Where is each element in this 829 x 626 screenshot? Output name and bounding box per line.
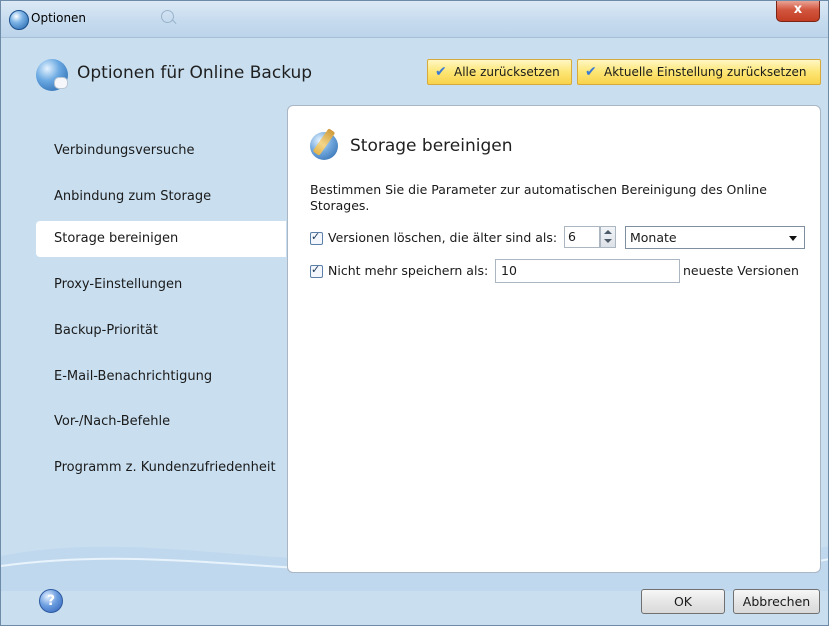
reset-current-label: Aktuelle Einstellung zurücksetzen [604, 65, 807, 79]
sidebar: Verbindungsversuche Anbindung zum Storag… [1, 103, 291, 573]
sidebar-item-email-notification[interactable]: E-Mail-Benachrichtigung [36, 359, 286, 395]
age-value-input[interactable]: 6 [564, 226, 600, 248]
sidebar-item-customer-program[interactable]: Programm z. Kundenzufriedenheit [36, 450, 286, 486]
help-button[interactable]: ? [39, 589, 63, 613]
sidebar-item-label: Verbindungsversuche [54, 143, 195, 158]
content-panel: Storage bereinigen Bestimmen Sie die Par… [287, 105, 821, 573]
age-stepper[interactable] [600, 226, 616, 248]
sidebar-item-storage-connection[interactable]: Anbindung zum Storage [36, 179, 286, 215]
page-title: Optionen für Online Backup [77, 63, 313, 83]
delete-older-checkbox[interactable] [310, 230, 323, 245]
app-icon [9, 10, 29, 30]
stepper-up-icon[interactable] [604, 230, 612, 234]
age-unit-select[interactable]: Monate [625, 226, 805, 249]
sidebar-item-label: Storage bereinigen [54, 231, 179, 246]
online-backup-icon [36, 59, 68, 91]
stepper-down-icon[interactable] [604, 239, 612, 243]
search-icon [161, 10, 174, 23]
keep-count-input[interactable]: 10 [495, 259, 680, 283]
checkmark-icon: ✔ [435, 64, 447, 80]
sidebar-item-label: E-Mail-Benachrichtigung [54, 369, 213, 384]
cancel-button[interactable]: Abbrechen [733, 589, 820, 614]
title-bar[interactable]: Optionen x [1, 1, 828, 38]
sidebar-item-pre-post-commands[interactable]: Vor-/Nach-Befehle [36, 404, 286, 440]
age-unit-value: Monate [630, 230, 677, 245]
sidebar-item-label: Anbindung zum Storage [54, 189, 212, 204]
ok-button[interactable]: OK [641, 589, 725, 614]
close-button[interactable]: x [776, 1, 820, 22]
section-description: Bestimmen Sie die Parameter zur automati… [310, 182, 767, 213]
options-window: Optionen x Optionen für Online Backup ✔ … [0, 0, 829, 626]
keep-latest-label[interactable]: Nicht mehr speichern als: [328, 263, 488, 278]
reset-all-button[interactable]: ✔ Alle zurücksetzen [427, 59, 572, 85]
reset-all-label: Alle zurücksetzen [454, 65, 560, 79]
sidebar-item-connection-attempts[interactable]: Verbindungsversuche [36, 133, 286, 169]
checkmark-icon: ✔ [585, 64, 597, 80]
sidebar-item-label: Backup-Priorität [54, 323, 158, 338]
keep-latest-checkbox[interactable] [310, 263, 323, 278]
sidebar-item-label: Programm z. Kundenzufriedenheit [54, 460, 276, 475]
sidebar-item-proxy-settings[interactable]: Proxy-Einstellungen [36, 267, 286, 303]
section-title: Storage bereinigen [350, 136, 513, 156]
delete-older-label[interactable]: Versionen löschen, die älter sind als: [328, 230, 557, 245]
reset-current-button[interactable]: ✔ Aktuelle Einstellung zurücksetzen [577, 59, 821, 85]
chevron-down-icon [789, 236, 797, 241]
sidebar-item-label: Vor-/Nach-Befehle [54, 414, 171, 429]
window-title: Optionen [31, 11, 87, 25]
header: Optionen für Online Backup ✔ Alle zurück… [1, 38, 828, 102]
footer: ? OK Abbrechen [1, 573, 828, 625]
sidebar-item-storage-cleanup[interactable]: Storage bereinigen [36, 221, 286, 257]
sidebar-item-label: Proxy-Einstellungen [54, 277, 183, 292]
cleanup-brush-icon [310, 132, 338, 160]
keep-latest-suffix: neueste Versionen [683, 263, 799, 278]
sidebar-item-backup-priority[interactable]: Backup-Priorität [36, 313, 286, 349]
